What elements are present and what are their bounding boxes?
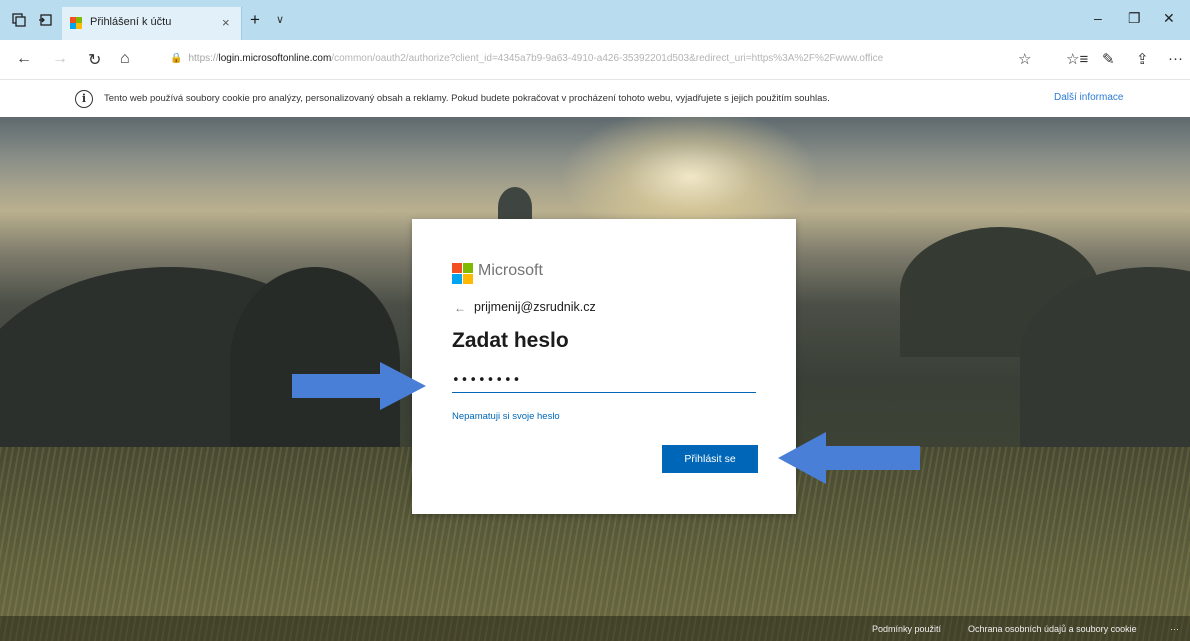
account-identity: prijmenij@zsrudnik.cz xyxy=(474,300,596,314)
minimize-icon[interactable]: – xyxy=(1094,10,1102,26)
url-path: /common/oauth2/authorize?client_id=4345a… xyxy=(331,53,884,64)
sign-in-button[interactable]: Přihlásit se xyxy=(662,445,758,473)
cookie-text: Tento web používá soubory cookie pro ana… xyxy=(104,93,830,104)
tab-title: Přihlášení k účtu xyxy=(90,16,172,28)
more-info-link[interactable]: Další informace xyxy=(1054,92,1123,103)
more-options-icon[interactable]: ··· xyxy=(1168,50,1183,67)
favorites-hub-icon[interactable]: ☆≡ xyxy=(1066,50,1088,68)
tab-bar: Přihlášení k účtu × + ∨ – ❐ ✕ xyxy=(0,0,1190,40)
password-input[interactable] xyxy=(452,369,756,393)
url-host: login.microsoftonline.com xyxy=(218,53,332,64)
footer-more-icon[interactable]: ··· xyxy=(1170,624,1179,634)
address-bar: ← → ↻ ⌂ 🔒 https://login.microsoftonline.c… xyxy=(0,40,1190,80)
login-card: Microsoft ← prijmenij@zsrudnik.cz Zadat … xyxy=(412,219,796,514)
lock-icon: 🔒 xyxy=(170,53,183,64)
web-notes-icon[interactable]: ✎ xyxy=(1102,50,1115,68)
url-prefix: https:// xyxy=(188,53,219,64)
page-title: Zadat heslo xyxy=(452,329,569,352)
arrow-left-icon xyxy=(778,432,920,484)
tab-active[interactable]: Přihlášení k účtu × xyxy=(62,7,242,40)
back-arrow-icon[interactable]: ← xyxy=(454,301,466,315)
tab-actions-icon[interactable] xyxy=(12,13,26,27)
home-icon[interactable]: ⌂ xyxy=(120,50,130,68)
close-window-icon[interactable]: ✕ xyxy=(1163,10,1175,27)
terms-link[interactable]: Podmínky použití xyxy=(872,624,941,634)
forgot-password-link[interactable]: Nepamatuji si svoje heslo xyxy=(452,411,560,422)
favorite-star-icon[interactable]: ☆ xyxy=(1018,50,1031,68)
microsoft-logo-icon xyxy=(452,263,473,284)
page-footer: Podmínky použití Ochrana osobních údajů … xyxy=(0,616,1190,641)
cookie-banner: i Tento web používá soubory cookie pro a… xyxy=(0,81,1190,117)
brand-name: Microsoft xyxy=(478,262,543,279)
forward-icon[interactable]: → xyxy=(52,50,68,68)
url-field[interactable]: 🔒 https://login.microsoftonline.com/commo… xyxy=(170,53,990,69)
refresh-icon[interactable]: ↻ xyxy=(88,50,101,70)
new-tab-icon[interactable]: + xyxy=(250,10,260,30)
microsoft-favicon-icon xyxy=(70,17,82,29)
arrow-right-icon xyxy=(292,362,426,410)
info-icon: i xyxy=(75,90,93,108)
back-icon[interactable]: ← xyxy=(16,50,32,68)
set-aside-tabs-icon[interactable] xyxy=(38,13,52,27)
restore-icon[interactable]: ❐ xyxy=(1128,10,1141,27)
tab-close-icon[interactable]: × xyxy=(222,15,230,30)
privacy-link[interactable]: Ochrana osobních údajů a soubory cookie xyxy=(968,624,1137,634)
tab-dropdown-icon[interactable]: ∨ xyxy=(276,13,284,26)
share-icon[interactable]: ⇪ xyxy=(1136,50,1149,68)
